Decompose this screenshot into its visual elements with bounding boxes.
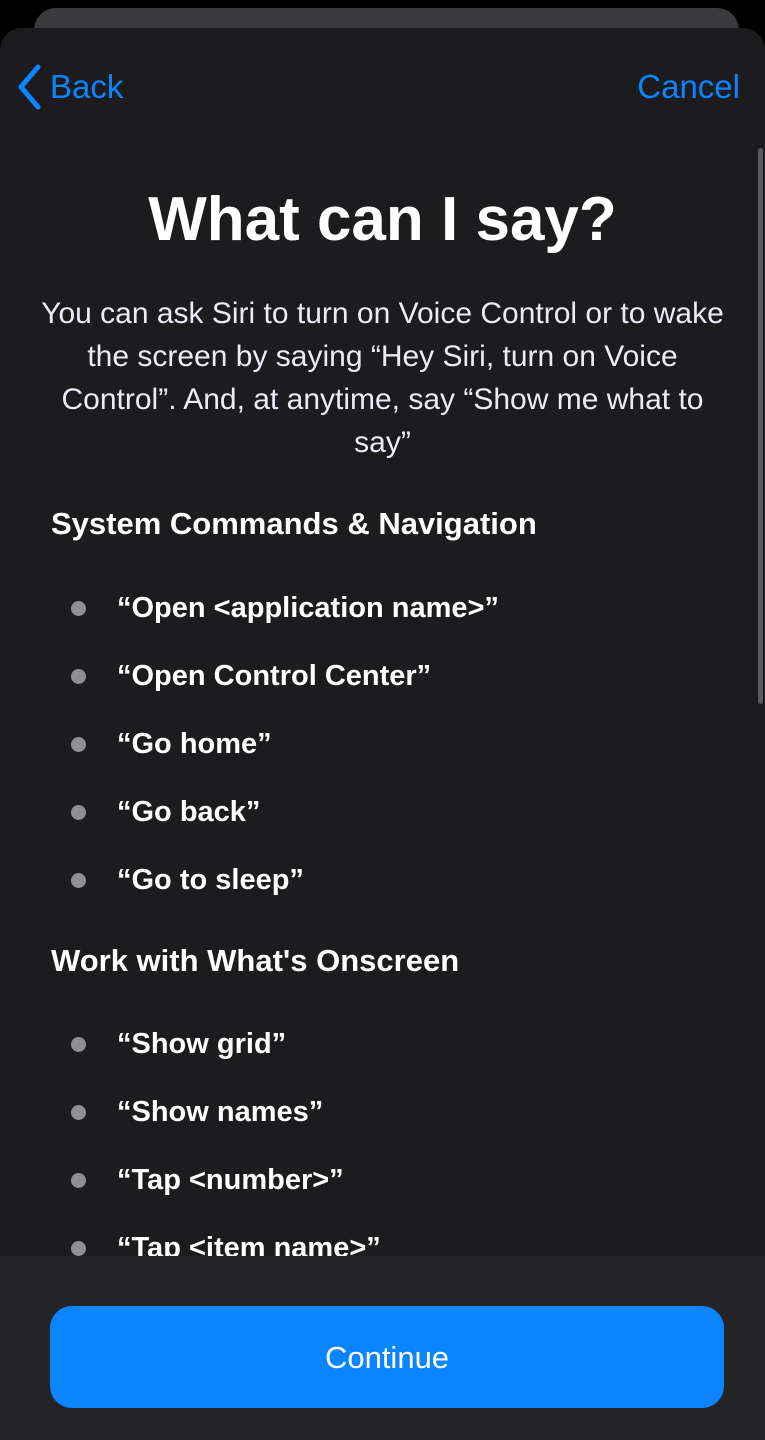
bullet-icon [71, 1173, 86, 1188]
bullet-icon [71, 669, 86, 684]
bullet-icon [71, 1241, 86, 1256]
system-commands-list: “Open <application name>” “Open Control … [0, 574, 765, 914]
modal-sheet: Back Cancel What can I say? You can ask … [0, 28, 765, 1440]
command-text: “Go home” [117, 728, 272, 760]
back-button[interactable]: Back [16, 64, 123, 110]
list-item: “Show names” [0, 1078, 765, 1146]
bullet-icon [71, 737, 86, 752]
command-text: “Go to sleep” [117, 864, 304, 896]
page-title: What can I say? [148, 185, 617, 254]
cancel-button[interactable]: Cancel [637, 64, 740, 110]
section-title-onscreen: Work with What's Onscreen [51, 943, 460, 978]
continue-button[interactable]: Continue [50, 1306, 724, 1408]
list-item: “Go back” [0, 778, 765, 846]
bullet-icon [71, 805, 86, 820]
command-text: “Show grid” [117, 1028, 287, 1060]
bullet-icon [71, 1105, 86, 1120]
list-item: “Go home” [0, 710, 765, 778]
screen: Back Cancel What can I say? You can ask … [0, 0, 765, 1440]
command-text: “Open Control Center” [117, 660, 432, 692]
list-item: “Tap <number>” [0, 1146, 765, 1214]
list-item: “Go to sleep” [0, 846, 765, 914]
description-text: You can ask Siri to turn on Voice Contro… [41, 297, 724, 459]
onscreen-commands-list: “Show grid” “Show names” “Tap <number>” … [0, 1010, 765, 1282]
section-title-system-commands: System Commands & Navigation [51, 506, 537, 541]
command-text: “Tap <number>” [117, 1164, 344, 1196]
list-item: “Open Control Center” [0, 642, 765, 710]
command-text: “Go back” [117, 796, 261, 828]
chevron-left-icon [16, 64, 42, 110]
list-item: “Open <application name>” [0, 574, 765, 642]
back-label: Back [50, 68, 124, 105]
list-item: “Show grid” [0, 1010, 765, 1078]
bullet-icon [71, 1037, 86, 1052]
bullet-icon [71, 873, 86, 888]
command-text: “Open <application name>” [117, 592, 499, 624]
command-text: “Show names” [117, 1096, 324, 1128]
bullet-icon [71, 601, 86, 616]
